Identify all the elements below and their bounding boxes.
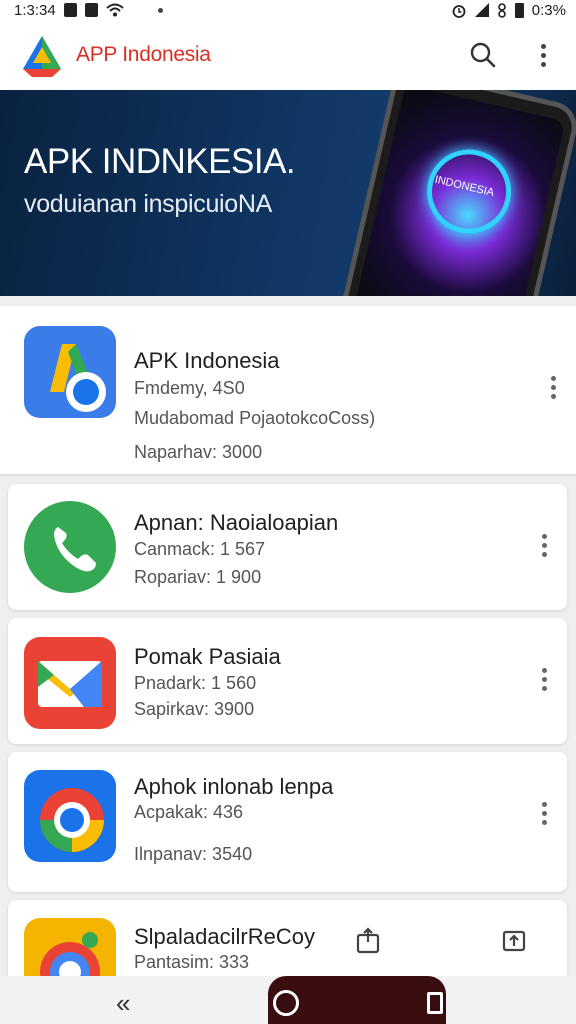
app-list: APK Indonesia Fmdemy, 4S0 Mudabomad Poja… [0,296,576,976]
dot-icon [157,7,163,13]
promo-banner[interactable]: APK INDNKESIA. voduianan inspicuioNA IND… [0,90,576,296]
battery-icon [514,2,524,18]
status-right: 0:3% [451,2,566,19]
app-name: Pomak Pasiaia [134,644,281,669]
app-bar: APP Indonesia [0,20,576,90]
back-icon[interactable]: « [116,988,130,1019]
share-icon[interactable] [354,926,382,954]
list-item[interactable]: Apnan: Naoialoapian Canmack: 1 567 Ropar… [8,484,567,610]
vibrate-icon [497,2,506,18]
item-more-button[interactable] [542,534,547,557]
phone-icon [24,501,116,593]
status-time: 1:3:34 [14,1,56,19]
alarm-icon [452,4,466,18]
home-icon[interactable] [273,990,299,1016]
app-meta-1: Fmdemy, 4S0 [134,378,245,398]
upload-icon[interactable] [500,926,528,954]
list-item[interactable]: Pomak Pasiaia Pnadark: 1 560 Sapirkav: 3… [8,618,567,744]
browser-icon [24,770,116,862]
app-name: Aphok inlonab lenpa [134,774,334,799]
app-meta-3: Naparhav: 3000 [134,442,263,462]
app-name: SlpaladacilrReCoy [134,924,315,949]
status-left: 1:3:34 [14,2,163,19]
mail-icon [24,637,116,729]
download-icon [84,3,98,17]
apk-indonesia-icon [24,326,116,418]
search-icon [470,42,496,68]
app-meta-1: Acpakak: 436 [134,802,244,822]
list-item[interactable]: Aphok inlonab lenpa Acpakak: 436 Ilnpana… [8,752,567,892]
banner-title: APK INDNKESIA. [24,142,296,181]
app-meta-1: Pantasim: 333 [134,952,250,972]
notification-icon [63,3,77,17]
app-meta-2: Ropariav: 1 900 [134,567,262,587]
phone-screen: INDONESIA [338,90,566,296]
list-item[interactable]: APK Indonesia Fmdemy, 4S0 Mudabomad Poja… [0,306,576,474]
app-name: Apnan: Naoialoapian [134,510,339,535]
item-more-button[interactable] [551,376,556,399]
app-meta-1: Pnadark: 1 560 [134,673,257,693]
app-meta-2: Sapirkav: 3900 [134,699,255,719]
app-meta-2: Mudabomad PojaotokcoCoss) [134,408,376,428]
status-bar: 1:3:34 0:3% [0,0,576,20]
phone-illustration: INDONESIA [320,90,576,296]
search-button[interactable] [466,38,500,72]
wifi-icon [106,3,124,17]
app-title: APP Indonesia [76,43,211,66]
app-meta-1: Canmack: 1 567 [134,539,266,559]
banner-subtitle: voduianan inspicuioNA [24,190,273,218]
item-more-button[interactable] [542,802,547,825]
overflow-menu-button[interactable] [526,38,560,72]
app-logo-icon [23,36,61,77]
more-vertical-icon [540,43,546,67]
item-more-button[interactable] [542,668,547,691]
signal-icon [474,3,489,17]
app-meta-2: Ilnpanav: 3540 [134,844,253,864]
app-name: APK Indonesia [134,348,280,373]
app-bar-actions [466,38,560,72]
system-nav-bar: « [0,976,576,1024]
list-item[interactable]: SlpaladacilrReCoy Pantasim: 333 [8,900,567,976]
camera-icon [24,918,116,976]
recents-icon[interactable] [427,992,443,1014]
battery-percent: 0:3% [531,1,566,19]
